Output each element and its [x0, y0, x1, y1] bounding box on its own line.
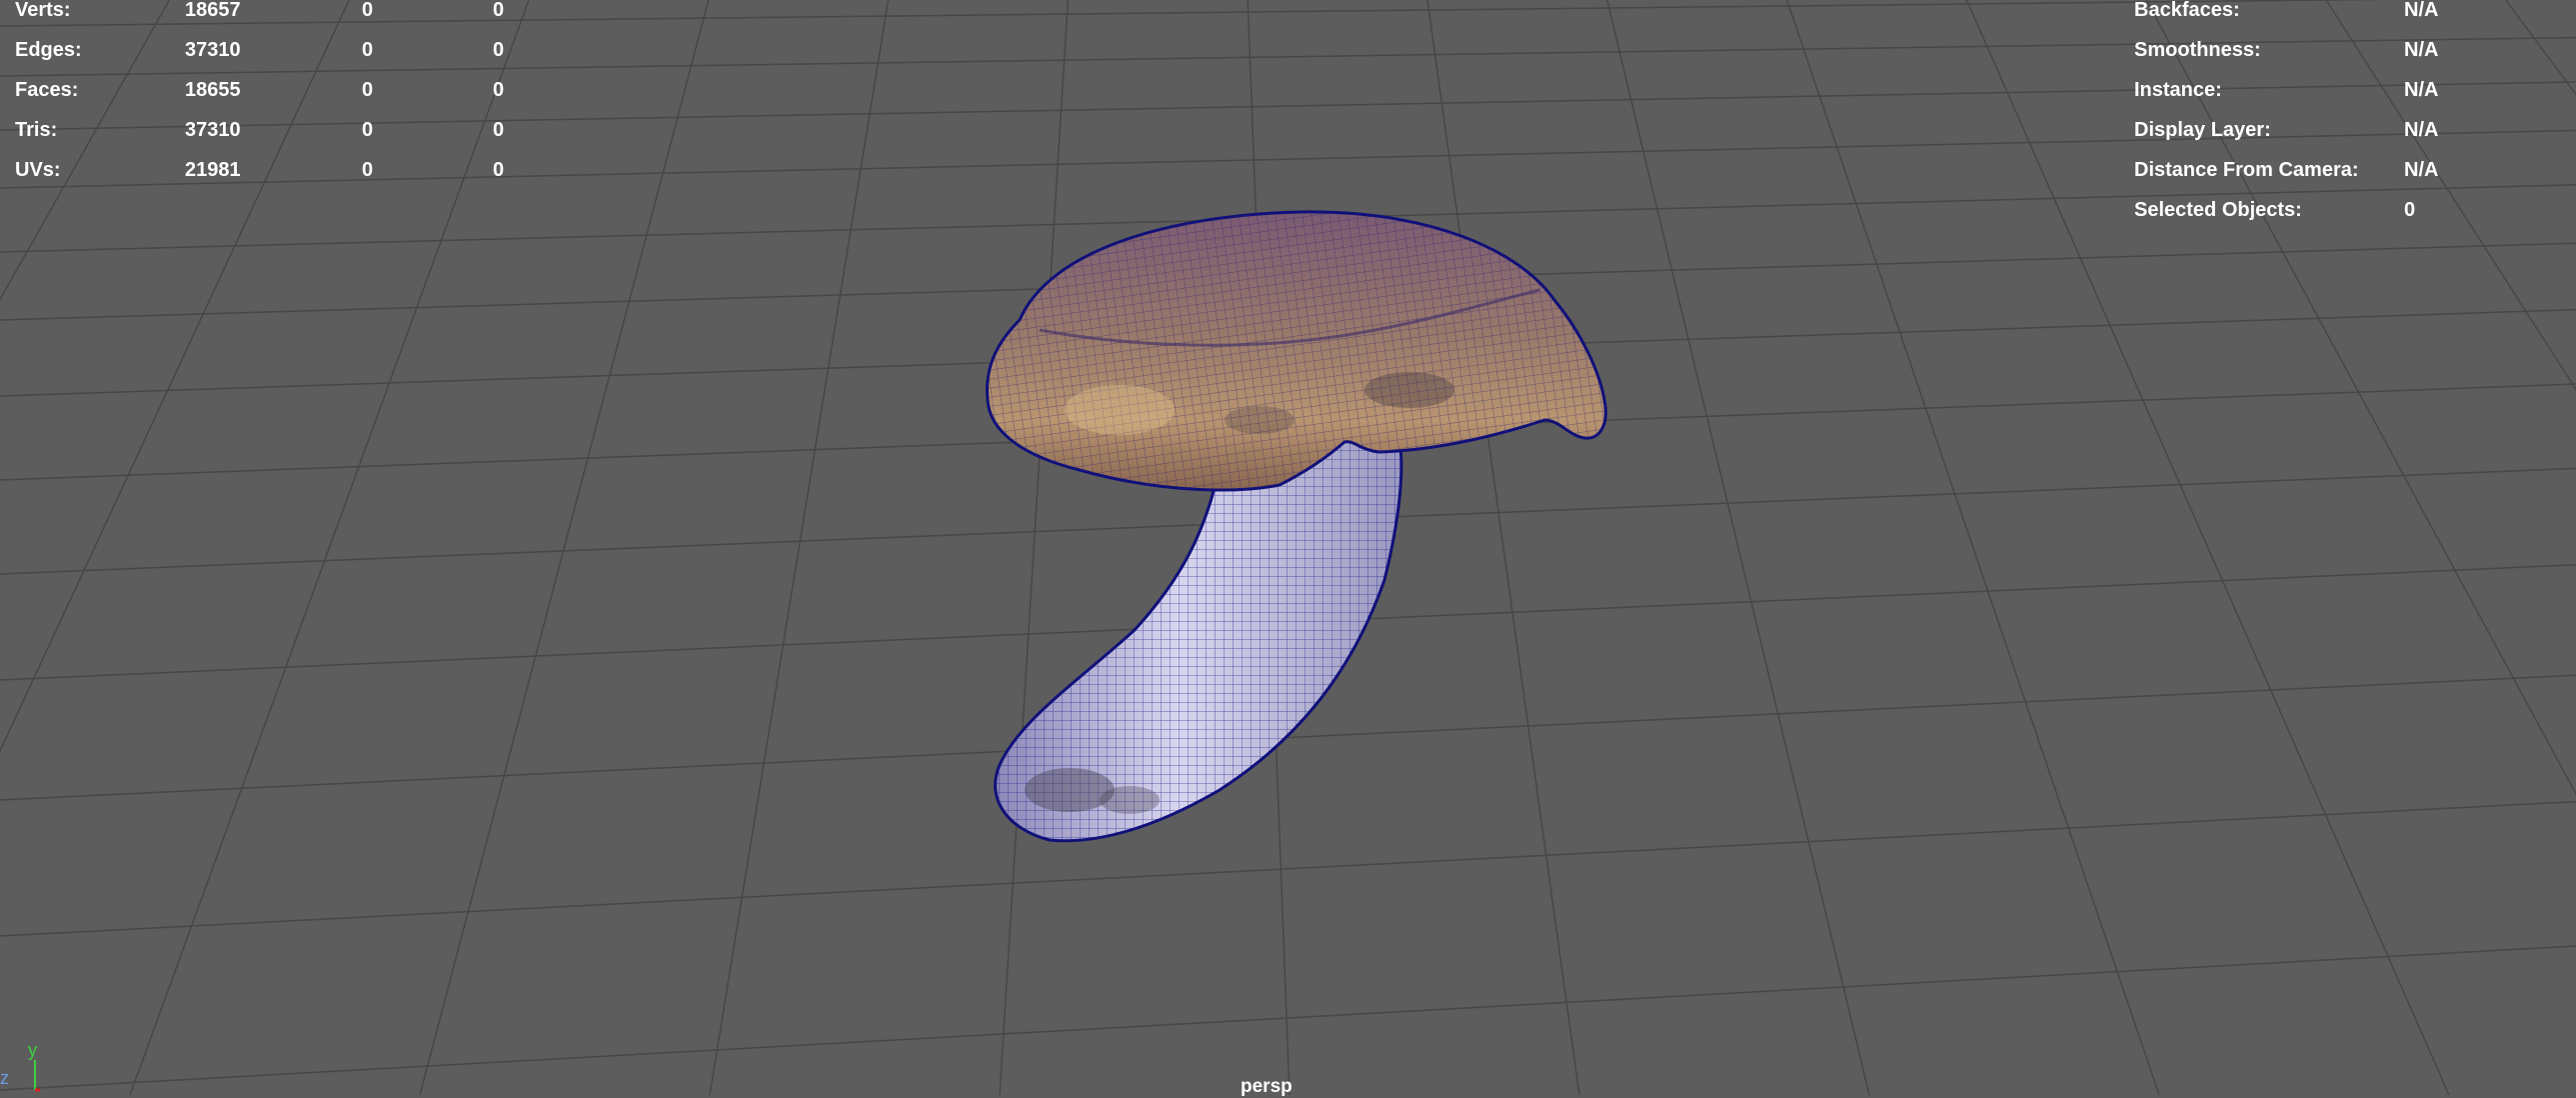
grid-line: [1606, 0, 1870, 1095]
grid-line: [419, 0, 710, 1095]
poly-count-value: 18657: [185, 0, 241, 21]
poly-count-label: Faces:: [15, 79, 79, 101]
poly-count-other: 0: [493, 79, 505, 101]
object-info-value: 0: [2404, 199, 2416, 221]
poly-count-label: UVs:: [15, 159, 61, 181]
object-info-label: Instance:: [2134, 79, 2222, 101]
poly-count-selected: 0: [362, 119, 374, 141]
object-info-label: Distance From Camera:: [2134, 159, 2359, 181]
axis-gizmo: [34, 1060, 40, 1092]
poly-count-selected: 0: [362, 159, 374, 181]
object-info-label: Selected Objects:: [2134, 199, 2302, 221]
object-info-value: N/A: [2404, 0, 2439, 21]
grid-line: [0, 800, 2576, 937]
grid-line: [2325, 0, 2576, 391]
poly-count-selected: 0: [362, 0, 374, 21]
object-info-value: N/A: [2404, 159, 2439, 181]
poly-count-selected: 0: [362, 39, 374, 61]
poly-count-other: 0: [493, 0, 505, 21]
poly-count-label: Edges:: [15, 39, 82, 61]
mushroom-mesh[interactable]: [985, 210, 1607, 843]
grid-line: [709, 0, 890, 1095]
object-info-value: N/A: [2404, 119, 2439, 141]
object-info-label: Smoothness:: [2134, 39, 2261, 61]
poly-count-label: Tris:: [15, 119, 58, 141]
object-info-value: N/A: [2404, 79, 2439, 101]
poly-count-value: 18655: [185, 79, 241, 101]
poly-count-other: 0: [493, 39, 505, 61]
poly-count-value: 21981: [185, 159, 241, 181]
object-info-label: Backfaces:: [2134, 0, 2240, 21]
poly-count-other: 0: [493, 119, 505, 141]
poly-count-value: 37310: [185, 119, 241, 141]
grid-line: [2505, 0, 2576, 96]
poly-count-other: 0: [493, 159, 505, 181]
object-info-value: N/A: [2404, 39, 2439, 61]
poly-count-selected: 0: [362, 79, 374, 101]
axis-z-label: z: [0, 1068, 9, 1088]
object-info-label: Display Layer:: [2134, 119, 2271, 141]
grid-line: [1785, 0, 2160, 1095]
axis-y-label: y: [28, 1040, 37, 1060]
poly-count-label: Verts:: [15, 0, 71, 21]
poly-count-value: 37310: [185, 39, 241, 61]
grid-line: [1426, 0, 1580, 1095]
